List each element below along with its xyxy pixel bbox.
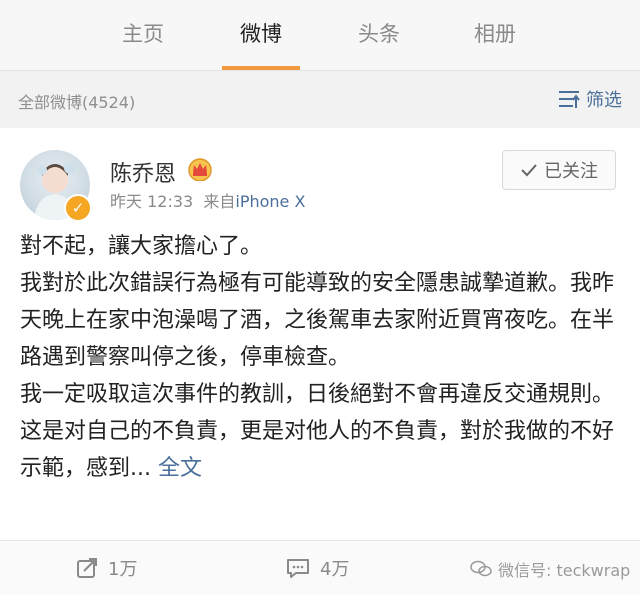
post-meta: 昨天 12:33 来自iPhone X: [110, 188, 305, 212]
tab-home[interactable]: 主页: [98, 18, 188, 50]
tab-weibo[interactable]: 微博: [216, 18, 306, 50]
post-time: 昨天 12:33: [110, 192, 194, 211]
wechat-watermark: 微信号: teckwrap: [470, 557, 630, 581]
post-paragraph: 對不起，讓大家擔心了。: [20, 234, 263, 259]
username[interactable]: 陈乔恩: [110, 156, 176, 188]
post-count-label: 全部微博(4524): [18, 93, 136, 112]
repost-button[interactable]: 1万: [76, 555, 137, 581]
wechat-icon: [470, 560, 492, 577]
post-source[interactable]: iPhone X: [235, 192, 305, 211]
repost-icon: [77, 558, 97, 578]
weibo-post-card: ✓ 陈乔恩 昨天 12:33 来自iPhone X 已关注 對不起，讓大家擔心了…: [0, 128, 640, 540]
comment-button[interactable]: 4万: [286, 555, 349, 581]
tab-album[interactable]: 相册: [450, 18, 540, 50]
post-paragraph: 我一定吸取這次事件的教訓，日後絕對不會再違反交通規則。这是对自己的不負責，更是对…: [20, 382, 615, 481]
watermark-text: 微信号: teckwrap: [498, 561, 631, 580]
tab-headlines[interactable]: 头条: [334, 18, 424, 50]
filter-label: 筛选: [586, 90, 622, 111]
verified-badge-icon: ✓: [64, 194, 92, 222]
post-body[interactable]: 對不起，讓大家擔心了。 我對於此次錯誤行為極有可能導致的安全隱患誠摯道歉。我昨天…: [20, 228, 620, 487]
comment-count: 4万: [320, 559, 350, 580]
source-prefix: 来自: [203, 192, 236, 211]
top-tab-bar: 主页 微博 头条 相册: [0, 0, 640, 71]
filter-bar: 全部微博(4524) 筛选: [0, 71, 640, 127]
repost-count: 1万: [108, 559, 138, 580]
checkmark-icon: [521, 164, 537, 177]
read-full-link[interactable]: 全文: [158, 456, 202, 481]
following-button[interactable]: 已关注: [502, 150, 616, 190]
comment-icon: [287, 559, 309, 578]
action-bar: 1万 4万 微信号: teckwrap: [0, 540, 640, 595]
crown-badge-icon: [188, 158, 212, 181]
post-paragraph: 我對於此次錯誤行為極有可能導致的安全隱患誠摯道歉。我昨天晚上在家中泡澡喝了酒，之…: [20, 271, 615, 370]
active-tab-indicator: [222, 66, 300, 70]
filter-button[interactable]: 筛选: [558, 86, 622, 112]
filter-icon: [559, 91, 580, 108]
following-label: 已关注: [544, 161, 598, 182]
